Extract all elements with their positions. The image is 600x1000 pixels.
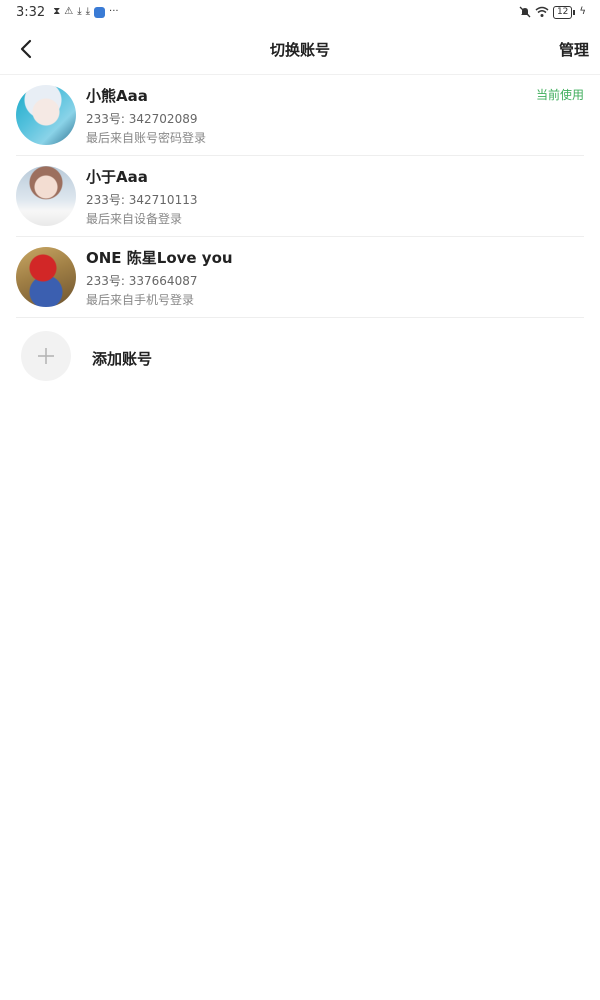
status-bar: 3:32 ⧗ ⚠ ⤓ ⤓ ··· 12 ϟ <box>0 0 600 24</box>
account-item[interactable]: 小于Aaa 233号: 342710113 最后来自设备登录 <box>16 156 584 237</box>
account-name: ONE 陈星Love you <box>86 249 233 267</box>
status-left: 3:32 ⧗ ⚠ ⤓ ⤓ ··· <box>16 5 119 20</box>
account-login-method: 最后来自账号密码登录 <box>86 131 207 145</box>
avatar <box>16 247 76 307</box>
avatar <box>16 85 76 145</box>
download-icon: ⤓ <box>77 6 82 17</box>
account-login-method: 最后来自设备登录 <box>86 212 183 226</box>
hourglass-icon: ⧗ <box>53 6 61 17</box>
more-dots-icon: ··· <box>109 6 119 17</box>
add-account-label: 添加账号 <box>92 350 153 368</box>
manage-button[interactable]: 管理 <box>559 39 589 60</box>
download-icon: ⤓ <box>85 6 91 17</box>
add-account-circle <box>21 331 71 381</box>
plus-icon <box>38 348 54 364</box>
account-name: 小熊Aaa <box>86 87 148 105</box>
wifi-icon <box>535 6 549 17</box>
add-account-button[interactable]: 添加账号 <box>0 327 600 387</box>
back-button[interactable] <box>14 36 38 62</box>
account-id: 233号: 342710113 <box>86 193 198 207</box>
account-list: 小熊Aaa 233号: 342702089 最后来自账号密码登录 当前使用 小于… <box>0 75 600 318</box>
battery-level: 12 <box>552 5 573 19</box>
account-item[interactable]: ONE 陈星Love you 233号: 337664087 最后来自手机号登录 <box>16 237 584 318</box>
warning-icon: ⚠ <box>64 6 74 17</box>
account-id: 233号: 342702089 <box>86 112 198 126</box>
page-title: 切换账号 <box>269 40 330 59</box>
account-item[interactable]: 小熊Aaa 233号: 342702089 最后来自账号密码登录 当前使用 <box>16 75 584 156</box>
battery-tip <box>573 9 576 15</box>
battery-icon: 12 <box>552 5 576 19</box>
charging-icon: ϟ <box>579 6 586 17</box>
avatar <box>16 166 76 226</box>
current-account-badge: 当前使用 <box>535 88 584 102</box>
status-right: 12 ϟ <box>519 5 586 19</box>
status-time: 3:32 <box>16 4 46 20</box>
header: 切换账号 管理 <box>0 24 600 75</box>
bell-off-icon <box>519 6 531 18</box>
chevron-left-icon <box>20 39 32 59</box>
account-login-method: 最后来自手机号登录 <box>86 293 195 307</box>
account-name: 小于Aaa <box>86 168 148 186</box>
cloud-icon <box>94 6 106 18</box>
account-id: 233号: 337664087 <box>86 274 198 288</box>
